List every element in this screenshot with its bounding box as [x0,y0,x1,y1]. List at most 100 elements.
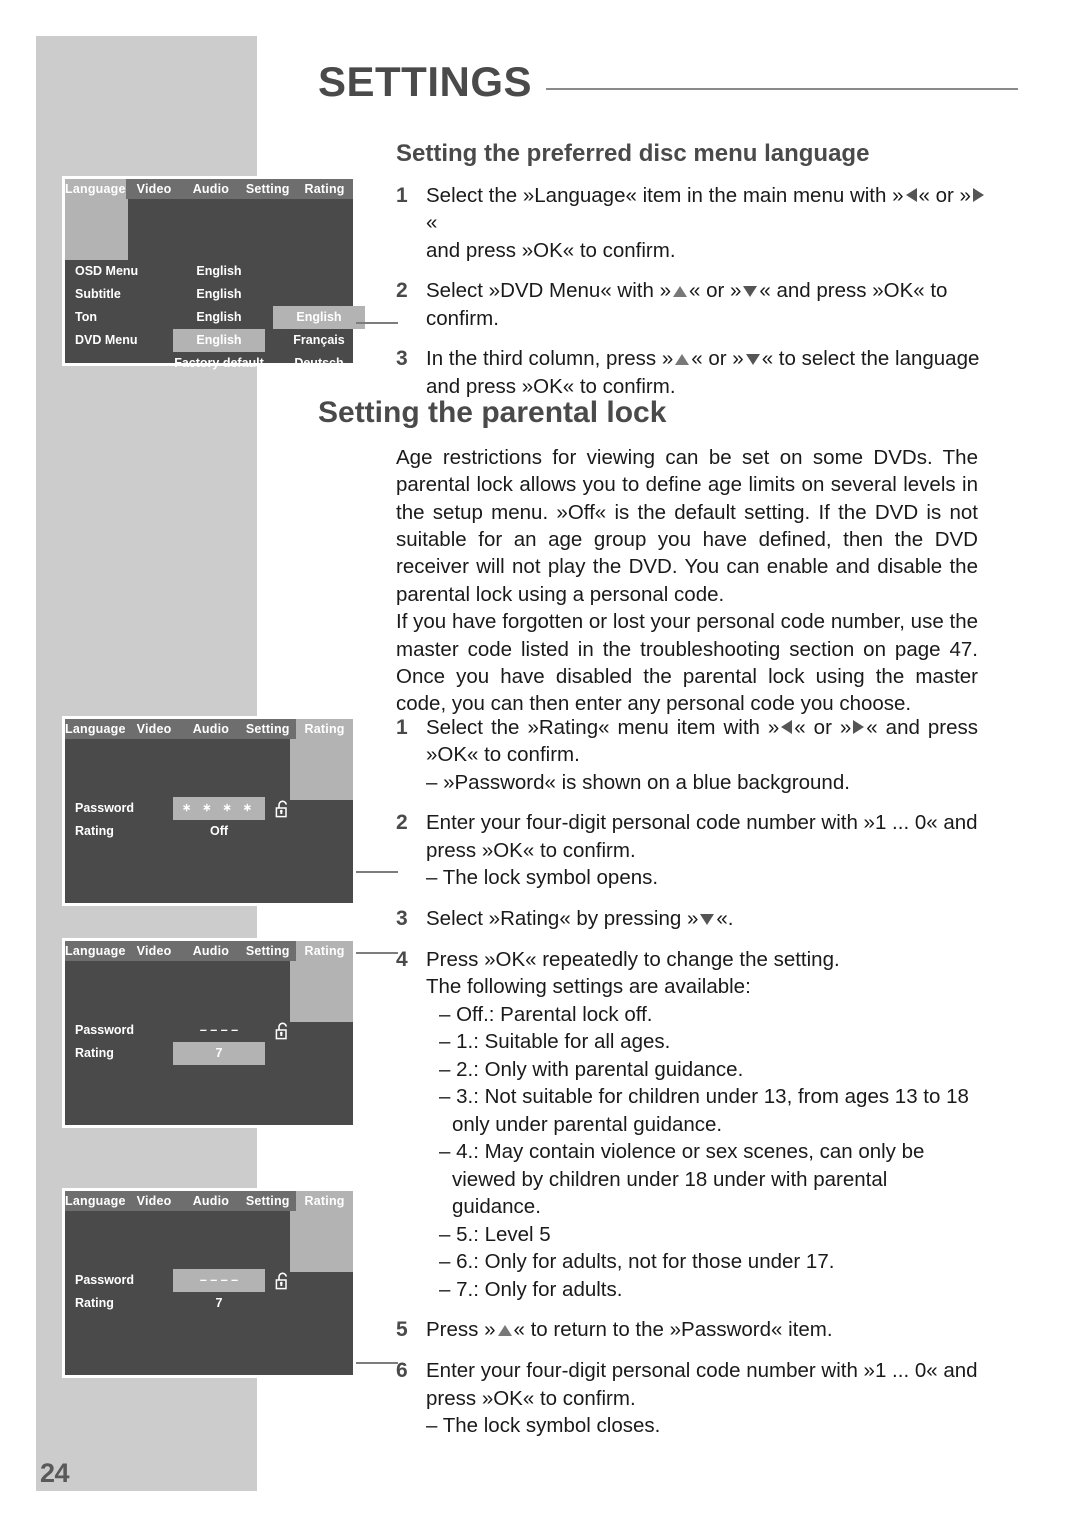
osd-row[interactable]: Subtitle English [65,283,353,306]
step-text-part: «. [716,906,734,930]
osd-tab-audio[interactable]: Audio [182,179,239,199]
step-note: – The lock symbol opens. [426,866,659,890]
step-text-part: « or » [794,716,852,739]
step-text-part: Press » [426,1318,496,1342]
arrow-down-icon [745,354,760,366]
osd-tab-video[interactable]: Video [126,719,183,739]
step-text-part: « and press »OK« to [759,279,948,303]
option-item: – 6.: Only for adults, not for those und… [439,1250,835,1274]
step-item: 2 Enter your four-digit personal code nu… [396,809,978,891]
step-text-part: « or » [688,279,742,303]
osd-row[interactable]: Factory default Deutsch [65,352,353,375]
step-item: 1 Select the »Rating« menu item with » « … [396,714,978,796]
osd-row-label: Password [75,801,135,815]
osd-screen-language[interactable]: Language Video Audio Setting Rating OSD … [62,176,365,370]
osd-screen-rating-off[interactable]: Language Video Audio Setting Rating Pass… [62,716,356,906]
step-text-part: Select the »Rating« menu item with » [426,716,780,739]
osd-row-third[interactable]: Français [273,329,365,352]
osd-active-tab-column [290,961,353,1022]
step-text: Select the »Rating« menu item with » « or… [426,714,978,796]
osd-row-label: Ton [75,310,97,324]
osd-row-third[interactable]: English [273,306,365,329]
step-text: Press »OK« repeatedly to change the sett… [426,946,978,1303]
osd-screen-rating-seven[interactable]: Language Video Audio Setting Rating Pass… [62,938,356,1128]
leader-line-to-step-3 [356,322,398,324]
steps-disc-menu-language: 1 Select the »Language« item in the main… [396,182,996,413]
option-item: – 7.: Only for adults. [439,1277,623,1301]
osd-row-third[interactable]: Deutsch [273,352,365,375]
osd-tab-language[interactable]: Language [65,179,126,199]
option-item: – 1.: Suitable for all ages. [439,1030,671,1054]
osd-active-tab-column [290,739,353,800]
page-number: 24 [40,1458,70,1488]
password-field[interactable]: – – – – [173,1269,265,1292]
rating-value[interactable]: 7 [173,1292,265,1315]
osd-screen-rating-password[interactable]: Language Video Audio Setting Rating Pass… [62,1188,356,1378]
osd-row-value[interactable]: English [173,329,265,352]
osd-row[interactable]: Rating Off [65,820,353,843]
osd-row-value[interactable]: Factory default [173,352,265,375]
lock-open-icon [275,1022,292,1040]
osd-tab-setting[interactable]: Setting [239,1191,296,1211]
arrow-left-icon [781,720,793,734]
step-number: 6 [396,1359,408,1383]
page-title: SETTINGS [318,58,533,105]
step-text-part: Enter your four-digit personal code numb… [426,1359,978,1410]
osd-tab-rating[interactable]: Rating [296,719,354,739]
osd-row[interactable]: Password – – – – [65,1269,353,1292]
rating-value[interactable]: 7 [173,1042,265,1065]
osd-row[interactable]: Password ∗ ∗ ∗ ∗ [65,797,353,820]
osd-tab-language[interactable]: Language [65,719,126,739]
step-note: – »Password« is shown on a blue backgrou… [426,770,850,794]
osd-row[interactable]: DVD Menu English Français [65,329,353,352]
osd-row[interactable]: OSD Menu English [65,260,353,283]
password-field[interactable]: – – – – [173,1019,265,1042]
osd-row[interactable]: Rating 7 [65,1292,353,1315]
osd-row-value[interactable]: English [173,306,265,329]
step-text-part: « or » [918,184,971,207]
step-number: 2 [396,811,408,835]
step-number: 4 [396,947,408,971]
password-field[interactable]: ∗ ∗ ∗ ∗ [173,797,265,820]
osd-tab-video[interactable]: Video [126,179,183,199]
osd-row-value[interactable]: English [173,283,265,306]
step-text-part: « or » [691,347,744,371]
osd-row[interactable]: Password – – – – [65,1019,353,1042]
step-number: 1 [396,716,408,739]
osd-row-value[interactable]: English [173,260,265,283]
osd-tab-setting[interactable]: Setting [239,941,296,961]
osd-tab-video[interactable]: Video [126,1191,183,1211]
osd-tab-rating[interactable]: Rating [296,179,353,199]
paragraph: If you have forgotten or lost your perso… [396,610,978,716]
step-text: In the third column, press » « or » « to s… [426,345,996,400]
step-note: – The lock symbol closes. [426,1414,661,1438]
osd-row[interactable]: Ton English English [65,306,365,329]
step-number: 1 [396,184,408,207]
osd-tab-setting[interactable]: Setting [239,719,296,739]
osd-tab-video[interactable]: Video [126,941,183,961]
osd-tab-setting[interactable]: Setting [239,179,296,199]
rating-value[interactable]: Off [173,820,265,843]
option-item: – 4.: May contain violence or sex scenes… [439,1140,925,1219]
osd-tab-language[interactable]: Language [65,1191,126,1211]
osd-tab-audio[interactable]: Audio [182,1191,239,1211]
osd-tabbar: Language Video Audio Setting Rating [65,719,354,739]
step-text-part: Select »Rating« by pressing » [426,906,699,930]
step-item: 4 Press »OK« repeatedly to change the se… [396,946,978,1303]
step-text-part: « to return to the »Password« item. [513,1318,833,1342]
osd-tabbar: Language Video Audio Setting Rating [65,179,353,199]
osd-tab-rating[interactable]: Rating [296,941,354,961]
osd-tab-audio[interactable]: Audio [182,719,239,739]
osd-row-label: Rating [75,1296,114,1310]
step-text: Select »Rating« by pressing » «. [426,905,978,933]
osd-tab-rating[interactable]: Rating [296,1191,354,1211]
step-text: Select the »Language« item in the main m… [426,182,996,264]
osd-row[interactable]: Rating 7 [65,1042,353,1065]
osd-tab-audio[interactable]: Audio [182,941,239,961]
step-text-part: In the third column, press » [426,347,674,371]
step-text: Press » « to return to the »Password« ite… [426,1316,978,1344]
step-text-part: confirm. [426,306,499,330]
osd-tab-language[interactable]: Language [65,941,126,961]
option-item: – 3.: Not suitable for children under 13… [439,1085,969,1136]
section-title-disc-menu-language: Setting the preferred disc menu language [396,140,870,167]
